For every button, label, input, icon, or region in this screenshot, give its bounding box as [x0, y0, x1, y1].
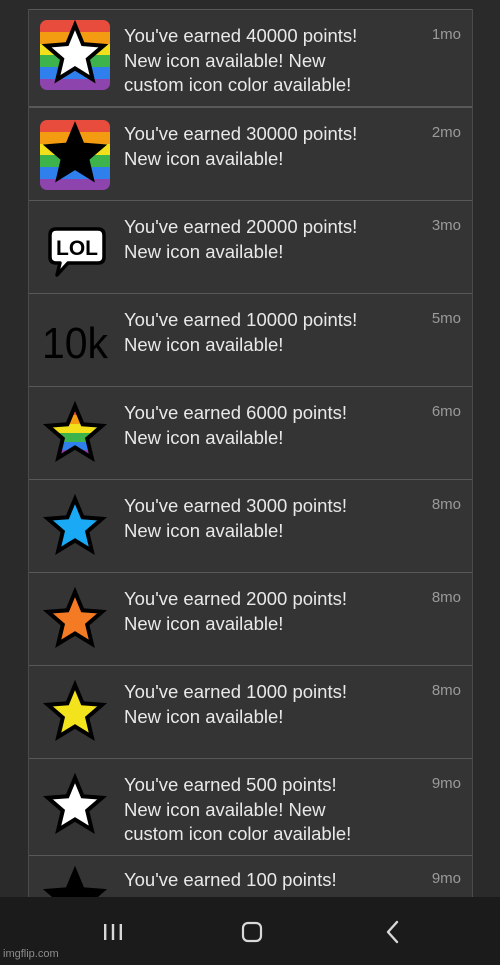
notification-message: You've earned 2000 points! New icon avai… — [124, 588, 347, 634]
rainbow-star-white-icon — [40, 20, 110, 90]
notification-row[interactable]: You've earned 40000 points! New icon ava… — [29, 9, 472, 107]
white-star-icon — [40, 771, 110, 841]
notification-row[interactable]: You've earned 1000 points! New icon avai… — [29, 665, 472, 759]
notification-time: 8mo — [431, 682, 461, 699]
notification-time: 1mo — [431, 26, 461, 43]
notification-message: You've earned 1000 points! New icon avai… — [124, 681, 347, 727]
home-button[interactable] — [230, 915, 274, 949]
notification-message: You've earned 20000 points! New icon ava… — [124, 216, 358, 262]
notification-row[interactable]: 10k You've earned 10000 points! New icon… — [29, 293, 472, 387]
10k-icon-text: 10k — [42, 319, 109, 368]
notification-message: You've earned 6000 points! New icon avai… — [124, 402, 347, 448]
notification-row[interactable]: You've earned 6000 points! New icon avai… — [29, 386, 472, 480]
recent-apps-icon — [104, 924, 122, 940]
recent-apps-button[interactable] — [91, 915, 135, 949]
notification-time: 6mo — [431, 403, 461, 420]
notification-time: 5mo — [431, 310, 461, 327]
orange-star-icon — [40, 585, 110, 655]
notification-row[interactable]: You've earned 2000 points! New icon avai… — [29, 572, 472, 666]
notification-time: 2mo — [431, 124, 461, 141]
lol-icon-text: LOL — [56, 237, 98, 260]
back-icon — [386, 920, 399, 944]
notification-row[interactable]: You've earned 500 points! New icon avail… — [29, 758, 472, 856]
notification-message: You've earned 100 points! New icon avail… — [124, 869, 337, 897]
notification-row[interactable]: You've earned 100 points! New icon avail… — [29, 855, 472, 897]
notification-time: 9mo — [431, 775, 461, 792]
notification-list: You've earned 40000 points! New icon ava… — [28, 9, 473, 897]
10k-icon: 10k — [40, 306, 110, 376]
watermark: imgflip.com — [3, 948, 59, 960]
back-button[interactable] — [371, 915, 415, 949]
notification-time: 8mo — [431, 589, 461, 606]
notification-message: You've earned 3000 points! New icon avai… — [124, 495, 347, 541]
rainbow-stripe-star-icon — [40, 399, 110, 469]
black-star-icon — [40, 864, 110, 897]
notification-row[interactable]: LOL You've earned 20000 points! New icon… — [29, 200, 472, 294]
yellow-star-icon — [40, 678, 110, 748]
notification-message: You've earned 30000 points! New icon ava… — [124, 123, 358, 169]
home-icon — [241, 921, 263, 943]
blue-star-icon — [40, 492, 110, 562]
notification-time: 9mo — [431, 870, 461, 887]
lol-speech-bubble-icon: LOL — [40, 213, 110, 283]
navigation-bar — [0, 897, 500, 965]
notification-message: You've earned 500 points! New icon avail… — [124, 774, 352, 844]
notification-message: You've earned 40000 points! New icon ava… — [124, 25, 358, 95]
rainbow-star-black-icon — [40, 120, 110, 190]
notification-time: 3mo — [431, 217, 461, 234]
notification-time: 8mo — [431, 496, 461, 513]
notification-row[interactable]: You've earned 30000 points! New icon ava… — [29, 107, 472, 201]
notification-message: You've earned 10000 points! New icon ava… — [124, 309, 358, 355]
notification-row[interactable]: You've earned 3000 points! New icon avai… — [29, 479, 472, 573]
